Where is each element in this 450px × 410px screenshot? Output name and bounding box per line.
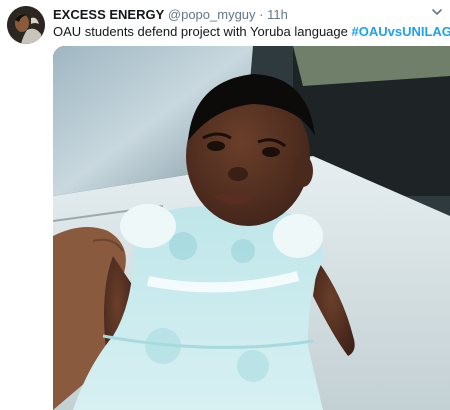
timestamp[interactable]: 11h (267, 7, 288, 22)
avatar[interactable] (7, 6, 45, 44)
photo-illustration (53, 46, 450, 410)
chevron-down-icon[interactable] (430, 5, 444, 19)
author-name[interactable]: EXCESS ENERGY (53, 7, 164, 22)
author-handle[interactable]: @popo_myguy (168, 7, 256, 22)
tweet-header: EXCESS ENERGY @popo_myguy · 11h (53, 6, 430, 23)
separator-dot: · (259, 7, 264, 22)
tweet-photo[interactable] (53, 46, 450, 410)
hashtag-link[interactable]: #OAUvsUNILAG (352, 24, 450, 39)
tweet-body: OAU students defend project with Yoruba … (53, 24, 348, 39)
tweet-text: OAU students defend project with Yoruba … (53, 23, 450, 40)
tweet[interactable]: EXCESS ENERGY @popo_myguy · 11h OAU stud… (0, 0, 450, 410)
